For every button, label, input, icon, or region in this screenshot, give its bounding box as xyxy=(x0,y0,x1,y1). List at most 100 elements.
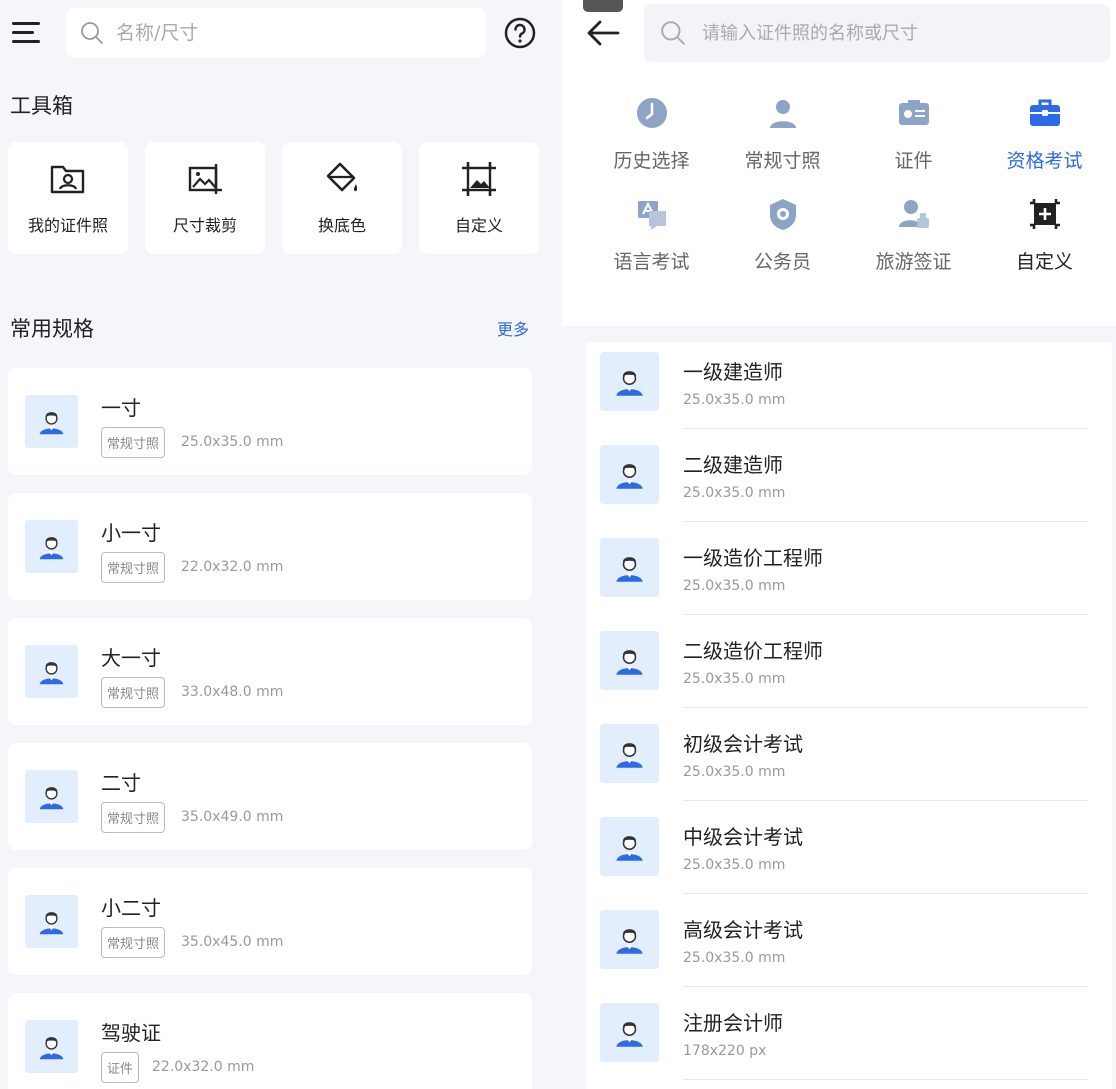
menu-icon[interactable] xyxy=(12,22,40,44)
spec-card[interactable]: 小一寸 常规寸照 22.0x32.0 mm xyxy=(8,493,532,600)
item-name: 初级会计考试 xyxy=(683,732,803,756)
category-id[interactable]: 证件 xyxy=(848,96,979,173)
avatar-icon xyxy=(600,352,659,411)
category-label: 历史选择 xyxy=(613,150,690,172)
category-label: 语言考试 xyxy=(613,251,690,273)
item-name: 一级造价工程师 xyxy=(683,546,823,570)
list-item[interactable]: 一级造价工程师 25.0x35.0 mm xyxy=(586,528,1112,621)
window-tab-handle xyxy=(583,0,623,12)
search-bar[interactable] xyxy=(66,8,486,58)
tool-label: 换底色 xyxy=(317,216,366,235)
list-item[interactable]: 高级会计考试 25.0x35.0 mm xyxy=(586,900,1112,993)
custom-add-icon xyxy=(1029,199,1060,229)
list-item[interactable]: 注册会计师 178x220 px xyxy=(586,993,1112,1086)
qualification-list: 一级建造师 25.0x35.0 mm 二级建造师 25.0x35.0 mm 一级造价工程… xyxy=(586,342,1112,1089)
avatar-icon xyxy=(600,538,659,597)
item-name: 注册会计师 xyxy=(683,1011,783,1035)
item-size: 25.0x35.0 mm xyxy=(683,764,786,780)
spec-tag: 常规寸照 xyxy=(101,552,166,583)
list-item[interactable]: 二级造价工程师 25.0x35.0 mm xyxy=(586,621,1112,714)
search-input[interactable] xyxy=(116,22,416,44)
divider xyxy=(683,707,1088,708)
avatar-icon xyxy=(25,770,78,823)
spec-tag: 常规寸照 xyxy=(101,927,166,958)
item-size: 25.0x35.0 mm xyxy=(683,485,786,501)
category-language-exam[interactable]: 语言考试 xyxy=(586,197,717,274)
spec-name: 二寸 xyxy=(101,771,141,795)
spec-card[interactable]: 二寸常规寸照 35.0x49.0 mm xyxy=(8,743,532,850)
spec-name: 大一寸 xyxy=(101,646,161,670)
item-size: 25.0x35.0 mm xyxy=(683,950,786,966)
category-custom[interactable]: 自定义 xyxy=(979,197,1110,274)
category-civil-servant[interactable]: 公务员 xyxy=(717,197,848,274)
more-link[interactable]: 更多 xyxy=(497,316,529,340)
divider xyxy=(683,1079,1088,1080)
category-qualification-exam[interactable]: 资格考试 xyxy=(979,96,1110,173)
spec-card[interactable]: 大一寸 常规寸照 33.0x48.0 mm xyxy=(8,618,532,725)
tool-crop[interactable]: 尺寸裁剪 xyxy=(145,142,265,254)
divider xyxy=(683,614,1088,615)
search-input[interactable] xyxy=(702,22,1082,44)
spec-size: 22.0x32.0 mm xyxy=(181,559,284,575)
list-item[interactable]: 初级会计考试 25.0x35.0 mm xyxy=(586,714,1112,807)
avatar-icon xyxy=(600,631,659,690)
search-icon xyxy=(661,21,685,45)
tool-my-photos[interactable]: 我的证件照 xyxy=(8,142,128,254)
spec-size: 35.0x49.0 mm xyxy=(181,809,284,825)
item-size: 25.0x35.0 mm xyxy=(683,857,786,873)
custom-frame-icon xyxy=(462,162,496,196)
category-regular[interactable]: 常规寸照 xyxy=(717,96,848,173)
person-icon xyxy=(769,100,796,128)
avatar-icon xyxy=(600,445,659,504)
avatar-icon xyxy=(600,817,659,876)
list-item[interactable]: 二级建造师 25.0x35.0 mm xyxy=(586,435,1112,528)
folder-user-icon xyxy=(50,165,85,194)
avatar-icon xyxy=(25,895,78,948)
item-name: 一级建造师 xyxy=(683,360,783,384)
divider xyxy=(683,521,1088,522)
toolbox: 我的证件照 尺寸裁剪 换底色 自定义 xyxy=(8,142,539,254)
divider xyxy=(683,428,1088,429)
back-arrow-icon[interactable] xyxy=(586,18,620,48)
common-specs-title: 常用规格 xyxy=(10,317,94,341)
avatar-icon xyxy=(600,724,659,783)
right-panel: 历史选择 常规寸照 证件 资格考试 语言考试 公务员 旅游签证 自定义 xyxy=(562,0,1116,1089)
toolbox-title: 工具箱 xyxy=(10,94,73,118)
spec-card[interactable]: 一寸 常规寸照 25.0x35.0 mm xyxy=(8,368,532,475)
avatar-icon xyxy=(600,1003,659,1062)
category-travel-visa[interactable]: 旅游签证 xyxy=(848,197,979,274)
badge-icon xyxy=(769,199,796,230)
spec-tag: 常规寸照 xyxy=(101,802,166,833)
search-bar[interactable] xyxy=(644,4,1110,62)
category-label: 证件 xyxy=(894,150,933,172)
spec-list: 一寸 常规寸照 25.0x35.0 mm 小一寸 常规寸照 22.0x32.0 mm 大一寸… xyxy=(8,368,532,1089)
tool-custom[interactable]: 自定义 xyxy=(419,142,539,254)
spec-card[interactable]: 小二寸常规寸照 35.0x45.0 mm xyxy=(8,868,532,975)
spec-tag: 常规寸照 xyxy=(101,427,166,458)
help-icon[interactable] xyxy=(504,17,536,49)
spec-card[interactable]: 驾驶证 证件 22.0x32.0 mm xyxy=(8,993,532,1089)
category-label: 旅游签证 xyxy=(875,251,952,273)
category-grid: 历史选择 常规寸照 证件 资格考试 语言考试 公务员 旅游签证 自定义 xyxy=(586,96,1110,274)
category-history[interactable]: 历史选择 xyxy=(586,96,717,173)
spec-size: 33.0x48.0 mm xyxy=(181,684,284,700)
spec-size: 35.0x45.0 mm xyxy=(181,934,284,950)
list-item[interactable]: 一级建造师 25.0x35.0 mm xyxy=(586,342,1112,435)
item-name: 中级会计考试 xyxy=(683,825,803,849)
spec-name: 小二寸 xyxy=(101,896,161,920)
tool-label: 尺寸裁剪 xyxy=(172,216,237,235)
tool-label: 我的证件照 xyxy=(27,216,108,235)
spec-size: 25.0x35.0 mm xyxy=(181,434,284,450)
list-item[interactable]: 中级会计考试 25.0x35.0 mm xyxy=(586,807,1112,900)
item-size: 25.0x35.0 mm xyxy=(683,671,786,687)
avatar-icon xyxy=(25,1020,78,1073)
search-icon xyxy=(81,22,103,44)
paint-bucket-icon xyxy=(326,162,358,192)
category-label: 自定义 xyxy=(1015,251,1073,273)
language-icon xyxy=(637,201,666,230)
image-crop-icon xyxy=(188,164,222,194)
avatar-icon xyxy=(25,520,78,573)
divider xyxy=(683,986,1088,987)
category-label: 公务员 xyxy=(753,251,811,273)
tool-background-color[interactable]: 换底色 xyxy=(282,142,402,254)
